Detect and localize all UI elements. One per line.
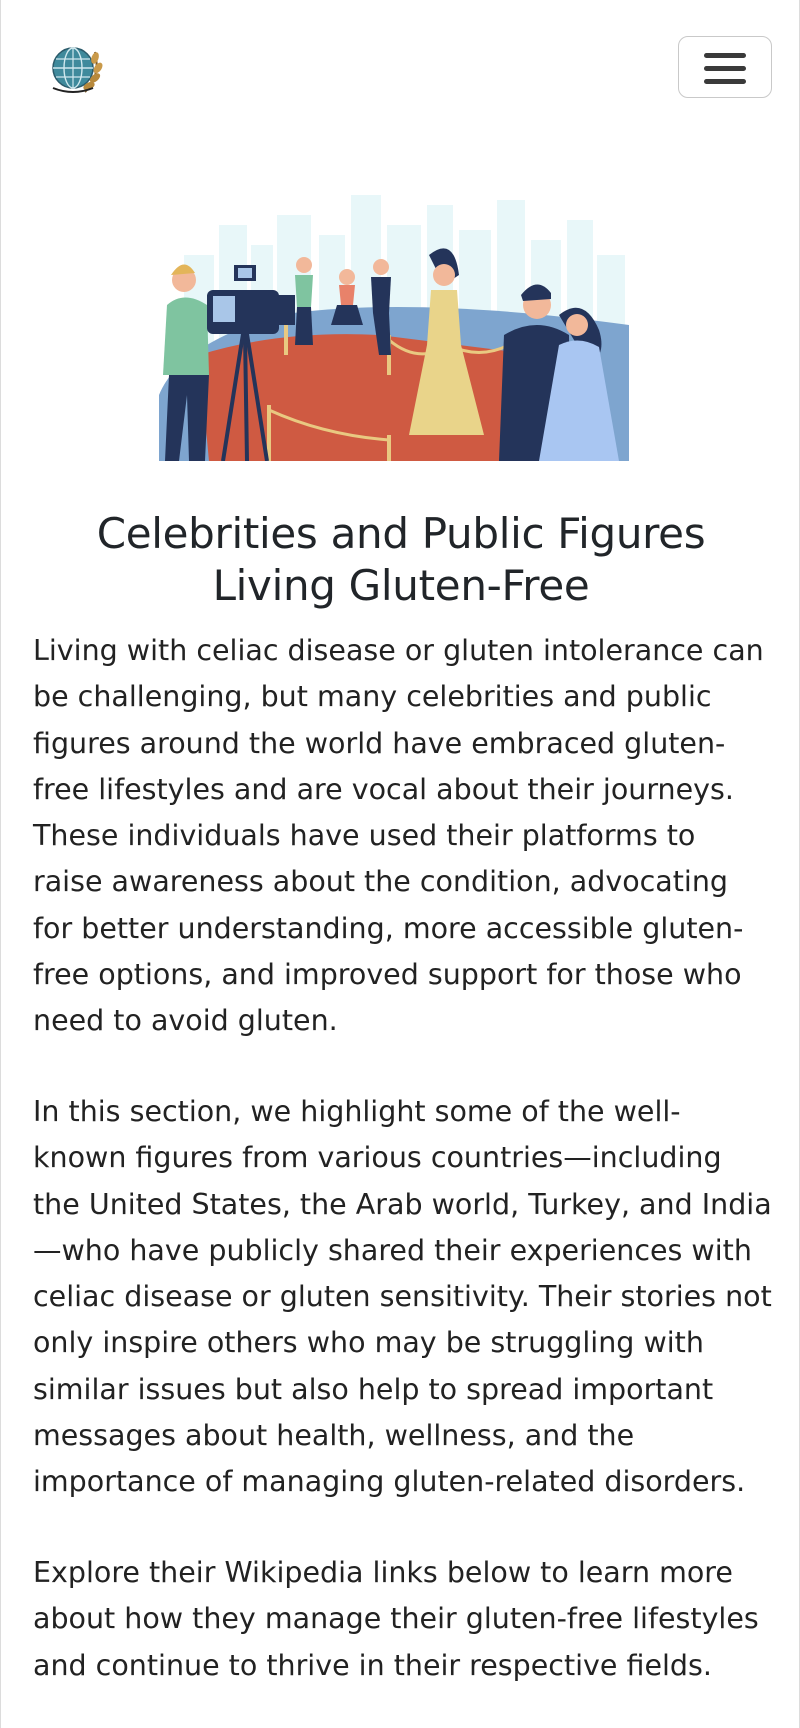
red-carpet-celebrities-illustration	[159, 195, 629, 461]
page-title: Celebrities and Public Figures Living Gl…	[96, 509, 706, 610]
menu-toggle-button[interactable]	[678, 36, 772, 98]
highlight-paragraph: In this section, we highlight some of th…	[33, 1095, 772, 1499]
intro-paragraph: Living with celiac disease or gluten int…	[33, 634, 764, 1038]
navbar	[1, 0, 800, 140]
explore-paragraph: Explore their Wikipedia links below to l…	[33, 1556, 759, 1682]
globe-wheat-logo-icon	[52, 47, 103, 93]
